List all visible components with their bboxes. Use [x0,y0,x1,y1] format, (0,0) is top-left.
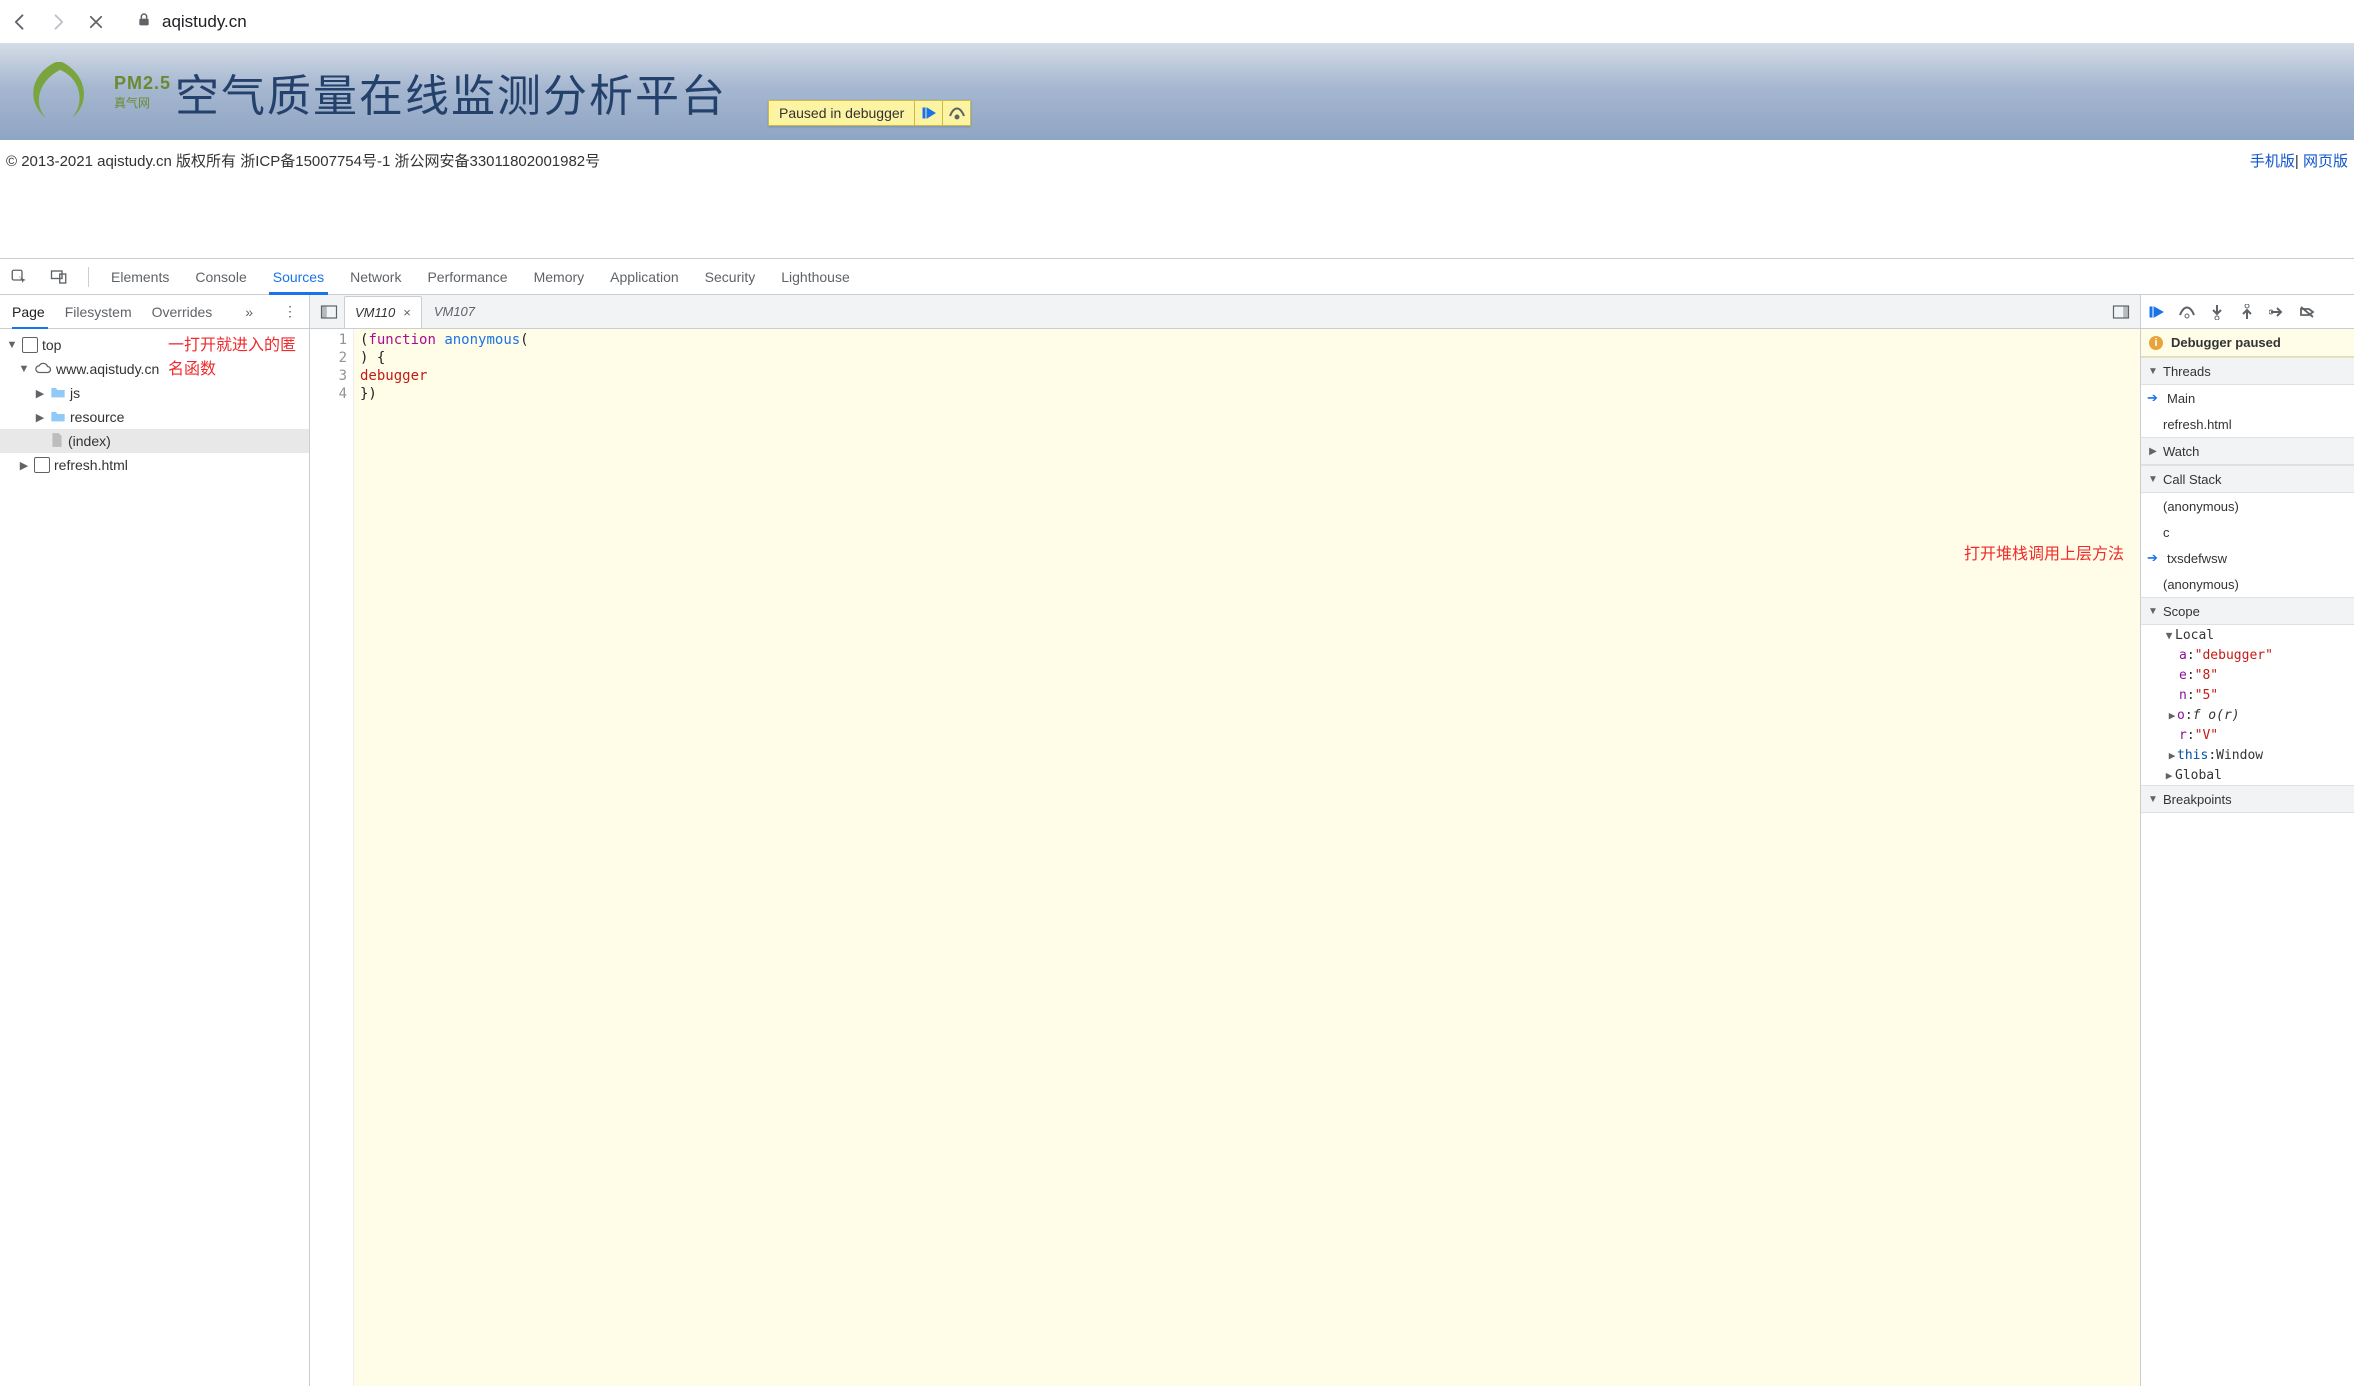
tab-sources[interactable]: Sources [269,259,328,295]
tab-elements[interactable]: Elements [107,259,173,295]
tab-memory[interactable]: Memory [530,259,589,295]
deactivate-breakpoints-button[interactable] [2297,302,2317,322]
annotation-anon-fn: 一打开就进入的匿名函数 [168,331,309,379]
code-editor[interactable]: 1234 (function anonymous( ) { debugger }… [310,329,2140,1386]
thread-main[interactable]: ➔Main [2141,385,2354,411]
debugger-toolbar [2141,295,2354,329]
step-over-button[interactable] [2177,302,2197,322]
scope-global-header[interactable]: ▶Global [2141,765,2354,785]
current-arrow-icon: ➔ [2147,390,2161,406]
info-icon: i [2149,336,2163,350]
line-gutter: 1234 [310,329,354,1386]
section-scope[interactable]: ▼Scope [2141,597,2354,625]
callstack-frame-1[interactable]: c [2141,519,2354,545]
banner-title: 空气质量在线监测分析平台 [175,60,727,124]
thread-refresh[interactable]: refresh.html [2141,411,2354,437]
device-toolbar-icon[interactable] [48,266,70,288]
toggle-debugger-icon[interactable] [2108,299,2134,325]
code-content: (function anonymous( ) { debugger }) [354,329,529,1386]
page-content: PM2.5 真气网 空气质量在线监测分析平台 Paused in debugge… [0,44,2354,258]
paused-in-debugger-overlay: Paused in debugger [768,100,971,126]
overlay-step-button[interactable] [942,101,970,125]
nav-kebab-icon[interactable]: ⋮ [283,303,297,320]
toggle-navigator-icon[interactable] [316,299,342,325]
devtools-panel: Elements Console Sources Network Perform… [0,258,2354,1386]
logo-sub-text: 真气网 [114,94,171,111]
address-bar[interactable]: aqistudy.cn [136,12,247,32]
section-callstack[interactable]: ▼Call Stack [2141,465,2354,493]
debugger-panel: i Debugger paused ▼Threads ➔Main refresh… [2140,295,2354,1386]
url-text: aqistudy.cn [162,12,247,32]
callstack-frame-3[interactable]: (anonymous) [2141,571,2354,597]
tree-file-index[interactable]: (index) [0,429,309,453]
logo-pm25-text: PM2.5 [114,73,171,94]
editor-tab-vm107[interactable]: VM107 [424,296,485,328]
paused-overlay-label: Paused in debugger [769,105,914,121]
tab-performance[interactable]: Performance [423,259,511,295]
footer-link-mobile[interactable]: 手机版 [2250,153,2295,170]
section-watch[interactable]: ▶Watch [2141,437,2354,465]
lock-icon [136,12,152,31]
sources-navigator: Page Filesystem Overrides » ⋮ 一打开就进入的匿名函… [0,295,310,1386]
forward-button[interactable] [46,10,70,34]
debugger-status-row: i Debugger paused [2141,329,2354,357]
callstack-frame-2[interactable]: ➔txsdefwsw [2141,545,2354,571]
step-into-button[interactable] [2207,302,2227,322]
scope-var[interactable]: r: "V" [2141,725,2354,745]
nav-tab-overrides[interactable]: Overrides [152,304,213,320]
editor-tab-vm110[interactable]: VM110× [344,296,422,328]
site-logo-icon [18,56,104,128]
resume-button[interactable] [2147,302,2167,322]
annotation-callstack: 打开堆栈调用上层方法 [1964,540,2124,564]
tab-console[interactable]: Console [191,259,250,295]
current-arrow-icon: ➔ [2147,550,2161,566]
browser-toolbar: aqistudy.cn [0,0,2354,44]
close-icon[interactable]: × [403,305,411,320]
debugger-status-text: Debugger paused [2171,335,2281,350]
file-tree: 一打开就进入的匿名函数 ▼top ▼www.aqistudy.cn ▶js ▶r… [0,329,309,481]
file-icon [50,432,64,451]
scope-var[interactable]: n: "5" [2141,685,2354,705]
scope-var[interactable]: a: "debugger" [2141,645,2354,665]
frame-icon [34,457,50,473]
tab-security[interactable]: Security [701,259,760,295]
site-banner: PM2.5 真气网 空气质量在线监测分析平台 [0,44,2354,140]
nav-tab-filesystem[interactable]: Filesystem [65,304,132,320]
folder-icon [50,385,66,402]
nav-chevron-more-icon[interactable]: » [245,304,253,320]
tree-folder-resource[interactable]: ▶resource [0,405,309,429]
inspect-element-icon[interactable] [8,266,30,288]
tree-refresh-frame[interactable]: ▶refresh.html [0,453,309,477]
cloud-icon [34,361,52,378]
overlay-resume-button[interactable] [914,101,942,125]
tab-application[interactable]: Application [606,259,683,295]
step-button[interactable] [2267,302,2287,322]
folder-icon [50,409,66,426]
callstack-frame-0[interactable]: (anonymous) [2141,493,2354,519]
section-breakpoints[interactable]: ▼Breakpoints [2141,785,2354,813]
footer-copyright: © 2013-2021 aqistudy.cn 版权所有 浙ICP备150077… [6,150,600,171]
tab-network[interactable]: Network [346,259,405,295]
stop-button[interactable] [84,10,108,34]
tree-folder-js[interactable]: ▶js [0,381,309,405]
back-button[interactable] [8,10,32,34]
editor-pane: VM110× VM107 1234 (function anonymous( )… [310,295,2140,1386]
devtools-tab-bar: Elements Console Sources Network Perform… [0,259,2354,295]
tab-lighthouse[interactable]: Lighthouse [777,259,854,295]
section-threads[interactable]: ▼Threads [2141,357,2354,385]
scope-var[interactable]: e: "8" [2141,665,2354,685]
scope-local-header[interactable]: ▼Local [2141,625,2354,645]
step-out-button[interactable] [2237,302,2257,322]
nav-tab-page[interactable]: Page [12,304,45,320]
frame-icon [22,337,38,353]
scope-var[interactable]: ▶this: Window [2141,745,2354,765]
scope-var[interactable]: ▶o: f o(r) [2141,705,2354,725]
footer-link-web[interactable]: 网页版 [2303,153,2348,170]
